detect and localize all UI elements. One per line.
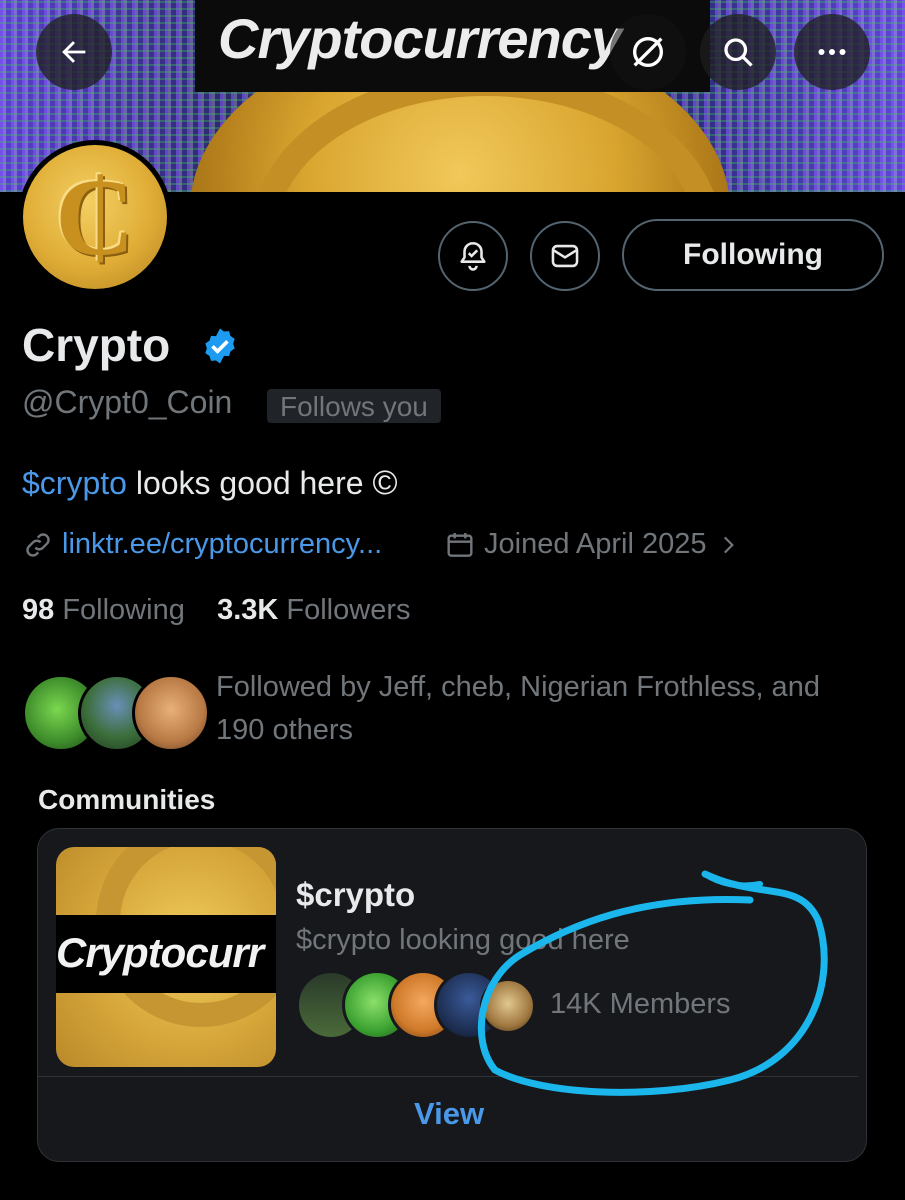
card-divider: [38, 1076, 858, 1077]
link-icon: [26, 532, 50, 557]
avatar-coin: ₵: [23, 145, 167, 289]
following-stat[interactable]: 98 Following: [22, 594, 185, 626]
avatar[interactable]: ₵: [18, 140, 172, 294]
profile-bio: $crypto looks good here ©: [22, 464, 398, 503]
arrow-left-icon: [62, 41, 86, 63]
follower-avatar: [132, 674, 210, 752]
followed-by-text[interactable]: Followed by Jeff, cheb, Nigerian Frothle…: [216, 666, 876, 752]
community-members: 14K Members: [550, 988, 731, 1020]
joined-date[interactable]: Joined April 2025: [444, 528, 741, 561]
message-button[interactable]: [530, 221, 600, 291]
community-image: Cryptocurr: [56, 847, 276, 1067]
profile-link[interactable]: linktr.ee/cryptocurrency...: [22, 528, 382, 561]
chevron-right-icon: [723, 536, 734, 553]
banner-title: Cryptocurrency: [218, 7, 622, 70]
bell-check-icon: [460, 241, 486, 271]
profile-stats: 98 Following 3.3K Followers: [22, 594, 410, 627]
verified-badge-icon: [200, 326, 240, 371]
bio-cashtag[interactable]: $crypto: [22, 465, 127, 501]
community-name[interactable]: $crypto: [296, 876, 415, 914]
communities-heading: Communities: [38, 784, 216, 815]
bio-text: looks good here: [126, 465, 373, 501]
notifications-button[interactable]: [438, 221, 508, 291]
grok-button[interactable]: [610, 14, 686, 90]
member-avatar: [480, 978, 536, 1034]
back-button[interactable]: [36, 14, 112, 90]
follows-you-badge: Follows you: [267, 389, 441, 423]
community-description: $crypto looking good here: [296, 924, 630, 956]
envelope-icon: [551, 244, 579, 268]
search-button[interactable]: [700, 14, 776, 90]
more-button[interactable]: [794, 14, 870, 90]
following-button[interactable]: Following: [622, 219, 884, 291]
calendar-icon: [447, 532, 473, 557]
followed-by-avatars[interactable]: [22, 674, 210, 752]
community-image-text: Cryptocurr: [56, 929, 264, 976]
avatar-glyph: ₵: [55, 156, 135, 278]
followers-stat[interactable]: 3.3K Followers: [217, 594, 410, 626]
profile-link-text[interactable]: linktr.ee/cryptocurrency...: [62, 528, 382, 561]
profile-handle: @Crypt0_Coin: [22, 384, 233, 420]
slash-circle-icon: [633, 37, 663, 67]
view-community-button[interactable]: View: [414, 1096, 484, 1132]
search-icon: [724, 38, 753, 67]
profile-name: Crypto: [22, 319, 171, 371]
more-horizontal-icon: [818, 49, 846, 55]
joined-text: Joined April 2025: [484, 528, 707, 560]
member-avatars: [296, 970, 536, 1042]
copyright-icon: ©: [372, 464, 398, 502]
